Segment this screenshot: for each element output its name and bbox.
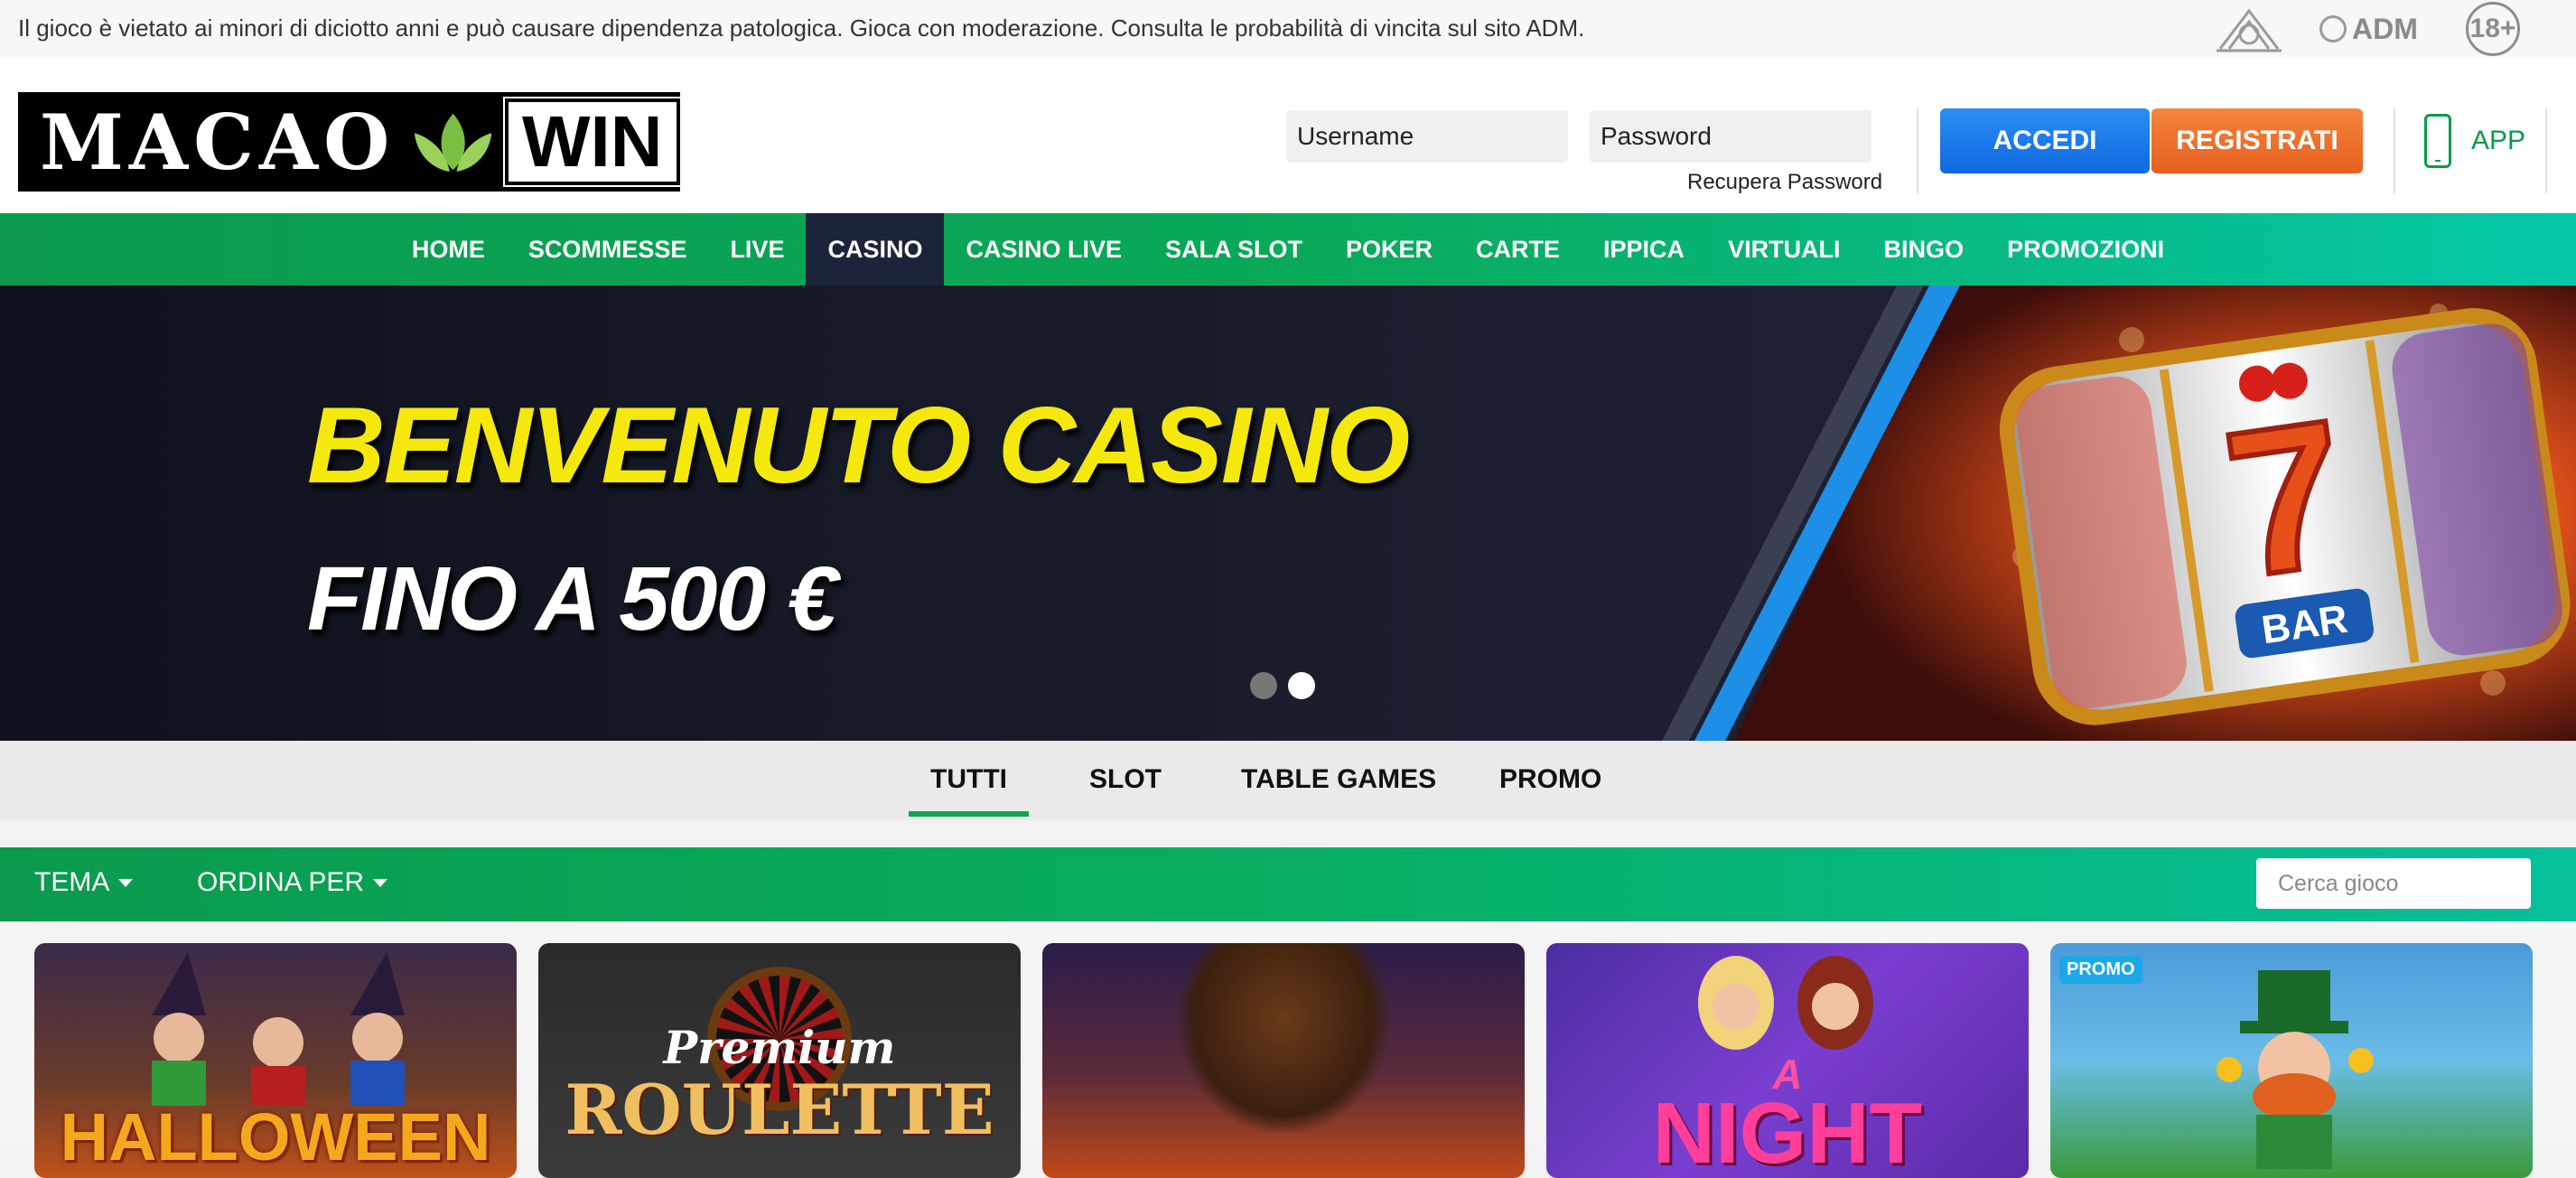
app-label: APP [2471,126,2526,155]
main-nav: HOME SCOMMESSE LIVE CASINO CASINO LIVE S… [0,213,2576,285]
adm-seal-icon [2319,15,2347,42]
hero-title: BENVENUTO CASINO [307,385,1410,506]
theme-dropdown[interactable]: TEMA [34,867,134,898]
hero-subtitle: FINO A 500 € [307,548,837,650]
nav-item-virtuali[interactable]: VIRTUALI [1706,213,1862,285]
nav-item-bingo[interactable]: BINGO [1862,213,1986,285]
carousel-dot-1[interactable] [1250,672,1277,699]
women-art [1698,956,1873,1050]
games-grid: HALLOWEEN Premium ROULETTE A NIGHT PROMO [0,921,2576,1178]
nav-item-home[interactable]: HOME [390,213,507,285]
recover-password-link[interactable]: Recupera Password [1687,170,1882,195]
nav-item-promozioni[interactable]: PROMOZIONI [1985,213,2186,285]
nav-item-casino-live[interactable]: CASINO LIVE [944,213,1143,285]
divider [2545,108,2547,193]
adm-emblem-icon [2217,8,2282,52]
nav-item-carte[interactable]: CARTE [1454,213,1582,285]
disclaimer-text: Il gioco è vietato ai minori di diciotto… [18,14,1585,42]
adm-logo: ADM [2319,11,2418,47]
game-card[interactable]: HALLOWEEN [34,943,517,1178]
game-card[interactable] [1042,943,1525,1178]
nav-item-scommesse[interactable]: SCOMMESSE [507,213,709,285]
sort-dropdown[interactable]: ORDINA PER [197,867,388,898]
theme-dropdown-label: TEMA [34,867,110,897]
game-card[interactable]: A NIGHT [1546,943,2029,1178]
game-search-input[interactable] [2256,858,2531,909]
divider [1917,108,1918,193]
leaf-icon [415,113,492,173]
caret-down-icon [373,878,388,887]
adm-label: ADM [2352,12,2418,45]
app-download-link[interactable]: APP [2424,114,2525,168]
sort-dropdown-label: ORDINA PER [197,867,365,897]
password-input[interactable] [1590,110,1871,163]
leprechaun-icon [2217,970,2374,1169]
site-logo[interactable]: MACAO WIN [18,92,683,192]
nav-item-poker[interactable]: POKER [1324,213,1454,285]
game-card-subtitle: Premium [663,1021,896,1074]
disclaimer-bar: Il gioco è vietato ai minori di diciotto… [0,0,2576,58]
category-tabs: TUTTI SLOT TABLE GAMES PROMO [0,741,2576,820]
tab-table-games[interactable]: TABLE GAMES [1241,764,1436,795]
age-restriction-badge: 18+ [2466,2,2520,56]
nav-item-live[interactable]: LIVE [708,213,806,285]
game-card-title: NIGHT [1652,1085,1923,1178]
logo-text-right: WIN [502,97,683,187]
game-card-title: ROULETTE [565,1070,994,1150]
tab-promo[interactable]: PROMO [1499,764,1601,795]
main-nav-list: HOME SCOMMESSE LIVE CASINO CASINO LIVE S… [390,213,2186,285]
header: MACAO WIN Recupera Password ACCEDI REGIS… [0,58,2576,213]
carousel-dot-2[interactable] [1288,672,1315,699]
caret-down-icon [118,878,134,887]
tab-tutti[interactable]: TUTTI [909,764,1029,817]
smartphone-icon [2424,114,2451,168]
tab-slot[interactable]: SLOT [1089,764,1162,795]
hero-banner[interactable]: BENVENUTO CASINO FINO A 500 € 7 BAR [0,285,2576,741]
username-input[interactable] [1286,110,1568,163]
filter-bar: TEMA ORDINA PER [0,847,2576,921]
login-button[interactable]: ACCEDI [1940,108,2150,173]
slot-reel-art: 7 BAR [1662,285,2576,741]
game-card[interactable]: Premium ROULETTE [538,943,1021,1178]
bison-icon [1178,943,1389,1133]
nav-item-sala-slot[interactable]: SALA SLOT [1143,213,1324,285]
register-button[interactable]: REGISTRATI [2151,108,2363,173]
promo-badge: PROMO [2059,956,2142,984]
divider [2394,108,2395,193]
witches-art [152,952,405,1106]
game-card-title: HALLOWEEN [60,1099,491,1174]
logo-text-left: MACAO [40,97,396,187]
game-card[interactable]: PROMO [2050,943,2533,1178]
nav-item-ippica[interactable]: IPPICA [1582,213,1706,285]
nav-item-casino[interactable]: CASINO [806,213,945,285]
